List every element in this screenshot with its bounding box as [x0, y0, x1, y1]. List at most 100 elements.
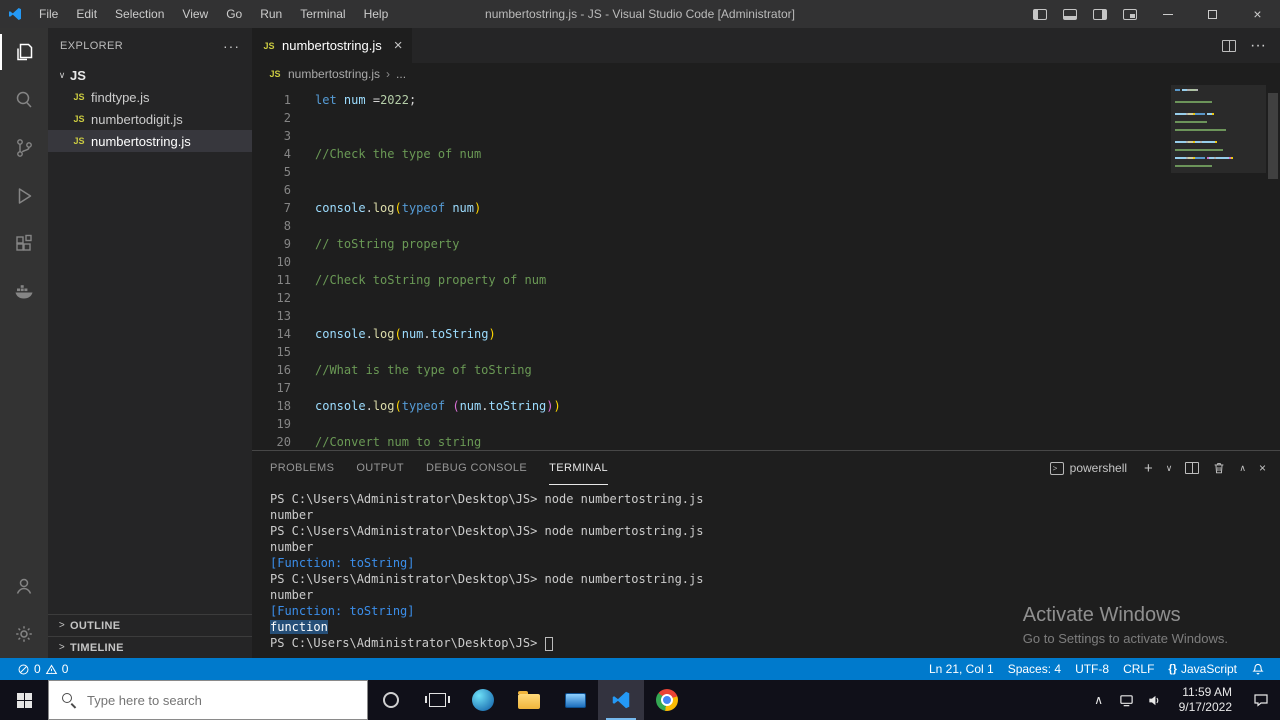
chrome-button[interactable] — [644, 680, 690, 720]
breadcrumb-more[interactable]: ... — [396, 67, 406, 81]
code-line[interactable]: 9 // toString property — [252, 235, 1280, 253]
code-line[interactable]: 3 — [252, 127, 1280, 145]
panel-tab-output[interactable]: OUTPUT — [356, 451, 404, 485]
activity-search[interactable] — [0, 76, 48, 124]
tab-numbertostring[interactable]: JS numbertostring.js × — [252, 28, 413, 63]
file-explorer-button[interactable] — [506, 680, 552, 720]
menu-run[interactable]: Run — [251, 0, 291, 28]
file-item-numbertodigit-js[interactable]: JS numbertodigit.js — [48, 108, 252, 130]
activity-docker[interactable] — [0, 268, 48, 316]
menu-go[interactable]: Go — [217, 0, 251, 28]
problems-indicator[interactable]: 0 0 — [10, 658, 75, 680]
file-name: numbertodigit.js — [91, 111, 183, 127]
notifications-button[interactable] — [1244, 658, 1272, 680]
close-panel-button[interactable]: × — [1259, 461, 1266, 475]
code-line[interactable]: 10 — [252, 253, 1280, 271]
taskbar-search[interactable] — [48, 680, 368, 720]
code-line[interactable]: 1 let num =2022; — [252, 91, 1280, 109]
activity-extensions[interactable] — [0, 220, 48, 268]
minimap-slider[interactable] — [1171, 85, 1266, 173]
menu-selection[interactable]: Selection — [106, 0, 173, 28]
volume-button[interactable] — [1141, 680, 1169, 720]
activity-account[interactable] — [0, 562, 48, 610]
toggle-panel-button[interactable] — [1055, 0, 1085, 28]
activity-explorer[interactable] — [0, 28, 48, 76]
panel-tab-problems[interactable]: PROBLEMS — [270, 451, 334, 485]
clock[interactable]: 11:59 AM 9/17/2022 — [1169, 680, 1242, 720]
line-number: 13 — [276, 309, 291, 323]
file-item-findtype-js[interactable]: JS findtype.js — [48, 86, 252, 108]
activity-settings[interactable] — [0, 610, 48, 658]
split-terminal-button[interactable] — [1185, 462, 1200, 474]
panel-tab-terminal[interactable]: TERMINAL — [549, 451, 608, 485]
minimize-button[interactable] — [1145, 0, 1190, 28]
breadcrumb[interactable]: JS numbertostring.js › ... — [252, 63, 1280, 85]
close-button[interactable]: × — [1235, 0, 1280, 28]
folder-js[interactable]: ∨ JS — [48, 64, 252, 86]
terminal[interactable]: PS C:\Users\Administrator\Desktop\JS> no… — [252, 485, 1280, 658]
network-button[interactable] — [1113, 680, 1141, 720]
trash-icon[interactable] — [1212, 461, 1226, 475]
code-line[interactable]: 5 — [252, 163, 1280, 181]
code-line[interactable]: 8 — [252, 217, 1280, 235]
toggle-sidebar-button[interactable] — [1025, 0, 1055, 28]
code-line[interactable]: 14 console.log(num.toString) — [252, 325, 1280, 343]
cursor-position[interactable]: Ln 21, Col 1 — [922, 658, 1001, 680]
indentation[interactable]: Spaces: 4 — [1001, 658, 1068, 680]
menu-edit[interactable]: Edit — [67, 0, 106, 28]
terminal-profile-dropdown[interactable]: ∨ — [1166, 463, 1173, 474]
scrollbar-thumb[interactable] — [1268, 93, 1278, 179]
start-button[interactable] — [0, 680, 48, 720]
file-item-numbertostring-js[interactable]: JS numbertostring.js — [48, 130, 252, 152]
language-mode[interactable]: {} JavaScript — [1161, 658, 1244, 680]
task-view-button[interactable] — [414, 680, 460, 720]
breadcrumb-file[interactable]: numbertostring.js — [288, 67, 380, 81]
customize-layout-button[interactable] — [1115, 0, 1145, 28]
tray-expand-button[interactable]: ∧ — [1085, 680, 1113, 720]
code-line[interactable]: 17 — [252, 379, 1280, 397]
cortana-button[interactable] — [368, 680, 414, 720]
menu-view[interactable]: View — [173, 0, 217, 28]
menu-terminal[interactable]: Terminal — [291, 0, 354, 28]
activity-run-debug[interactable] — [0, 172, 48, 220]
code-editor[interactable]: 1 let num =2022; 2 3 4 //Check the type of nu… — [252, 85, 1280, 450]
close-tab-icon[interactable]: × — [394, 37, 403, 54]
code-line[interactable]: 2 — [252, 109, 1280, 127]
code-line[interactable]: 15 — [252, 343, 1280, 361]
search-input[interactable] — [49, 681, 367, 719]
code-line[interactable]: 18 console.log(typeof (num.toString)) — [252, 397, 1280, 415]
menu-file[interactable]: File — [30, 0, 67, 28]
editor-more-actions-button[interactable]: ··· — [1250, 37, 1266, 55]
section-outline[interactable]: > OUTLINE — [48, 614, 252, 636]
maximize-button[interactable] — [1190, 0, 1235, 28]
shell-selector[interactable]: > powershell — [1049, 461, 1127, 475]
action-center-button[interactable] — [1242, 680, 1280, 720]
edge-button[interactable] — [460, 680, 506, 720]
code-line[interactable]: 13 — [252, 307, 1280, 325]
split-editor-button[interactable] — [1222, 39, 1237, 52]
explorer-actions-button[interactable]: ··· — [223, 38, 240, 54]
code-line[interactable]: 7 console.log(typeof num) — [252, 199, 1280, 217]
code-line[interactable]: 19 — [252, 415, 1280, 433]
app-window-button[interactable] — [552, 680, 598, 720]
menu-help[interactable]: Help — [355, 0, 398, 28]
encoding[interactable]: UTF-8 — [1068, 658, 1116, 680]
panel-tab-debug-console[interactable]: DEBUG CONSOLE — [426, 451, 527, 485]
code-line[interactable]: 20 //Convert num to string — [252, 433, 1280, 450]
minimap[interactable] — [1171, 85, 1266, 173]
code-line[interactable]: 11 //Check toString property of num — [252, 271, 1280, 289]
code-line[interactable]: 16 //What is the type of toString — [252, 361, 1280, 379]
editor-scrollbar[interactable] — [1266, 85, 1280, 450]
maximize-panel-button[interactable]: ∧ — [1239, 463, 1246, 474]
cursor-position-label: Ln 21, Col 1 — [928, 662, 994, 676]
eol[interactable]: CRLF — [1116, 658, 1161, 680]
new-terminal-button[interactable]: + — [1144, 460, 1153, 477]
section-timeline[interactable]: > TIMELINE — [48, 636, 252, 658]
code-line[interactable]: 4 //Check the type of num — [252, 145, 1280, 163]
code-line[interactable]: 12 — [252, 289, 1280, 307]
code-line[interactable]: 6 — [252, 181, 1280, 199]
toggle-secondary-sidebar-button[interactable] — [1085, 0, 1115, 28]
activity-source-control[interactable] — [0, 124, 48, 172]
vscode-taskbar-button[interactable] — [598, 680, 644, 720]
